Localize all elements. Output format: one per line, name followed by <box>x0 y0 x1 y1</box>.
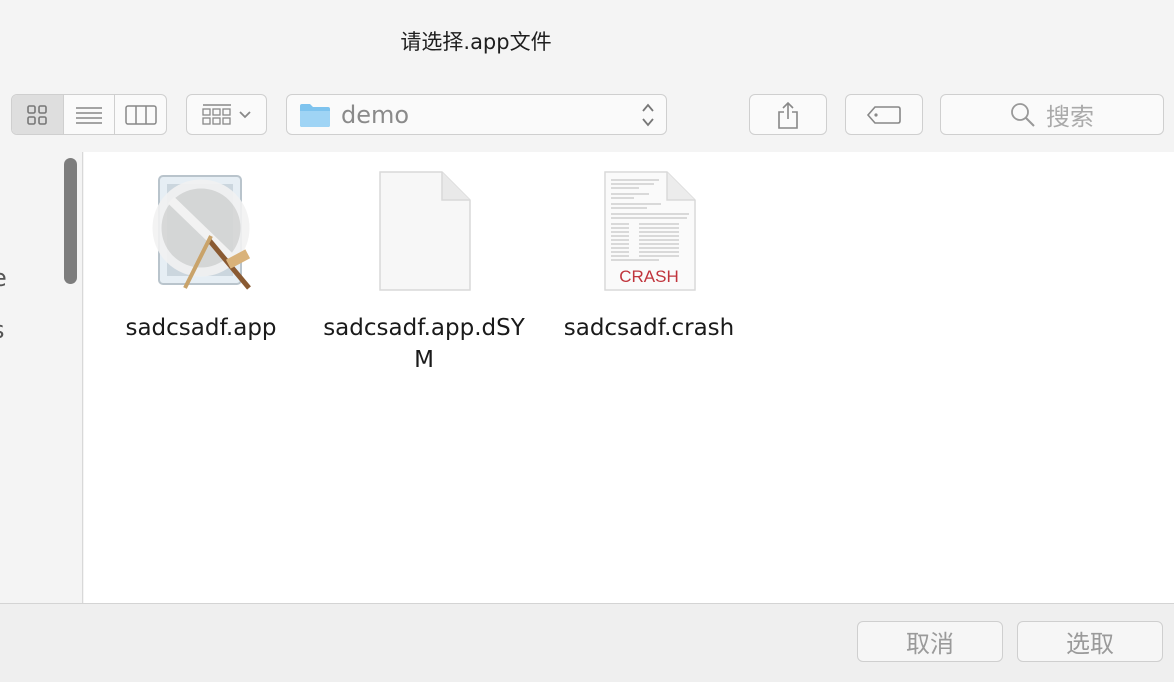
sidebar-scrollbar[interactable] <box>64 158 77 284</box>
search-icon <box>1011 102 1035 127</box>
search-placeholder: 搜索 <box>1046 103 1094 131</box>
crash-report-icon: CRASH <box>604 171 696 291</box>
up-down-chevron-icon <box>642 103 654 127</box>
share-icon <box>778 101 798 129</box>
file-name: sadcsadf.crash <box>563 315 735 341</box>
crash-badge: CRASH <box>619 267 679 286</box>
sidebar: e s <box>0 152 83 603</box>
file-item[interactable]: sadcsadf.app <box>91 170 311 344</box>
tag-button[interactable] <box>845 94 923 135</box>
search-field[interactable]: 搜索 <box>940 94 1164 135</box>
list-lines-icon <box>76 106 102 124</box>
share-button[interactable] <box>749 94 827 135</box>
view-mode-control[interactable] <box>11 94 167 135</box>
tag-icon <box>866 105 901 124</box>
app-icon <box>152 175 251 290</box>
dialog-title: 请选择.app文件 <box>400 30 552 54</box>
file-browser: sadcsadf.app sadcsadf.app.dSYM CRASH sad… <box>84 152 1174 603</box>
file-name: sadcsadf.app.dSYM <box>323 315 525 373</box>
path-popup[interactable]: demo <box>286 94 667 135</box>
path-label: demo <box>341 100 410 129</box>
dialog-footer: 取消 选取 <box>0 604 1174 682</box>
folder-icon <box>300 103 330 127</box>
cancel-button[interactable]: 取消 <box>857 621 1003 662</box>
file-item[interactable]: CRASH sadcsadf.crash <box>539 170 759 344</box>
list-view-button[interactable] <box>64 95 116 134</box>
file-item[interactable]: sadcsadf.app.dSYM <box>314 170 534 376</box>
arrange-grid-icon <box>201 103 231 125</box>
chevron-down-icon <box>238 110 251 118</box>
column-view-button[interactable] <box>115 95 166 134</box>
file-name: sadcsadf.app <box>125 315 277 341</box>
arrange-button[interactable] <box>186 94 267 135</box>
sidebar-item-partial[interactable]: e <box>0 264 7 292</box>
blank-document-icon <box>379 171 471 291</box>
icon-view-button[interactable] <box>12 95 64 134</box>
columns-icon <box>124 104 157 125</box>
icon-grid-icon <box>27 104 48 125</box>
choose-button[interactable]: 选取 <box>1017 621 1163 662</box>
sidebar-item-partial[interactable]: s <box>0 316 5 344</box>
